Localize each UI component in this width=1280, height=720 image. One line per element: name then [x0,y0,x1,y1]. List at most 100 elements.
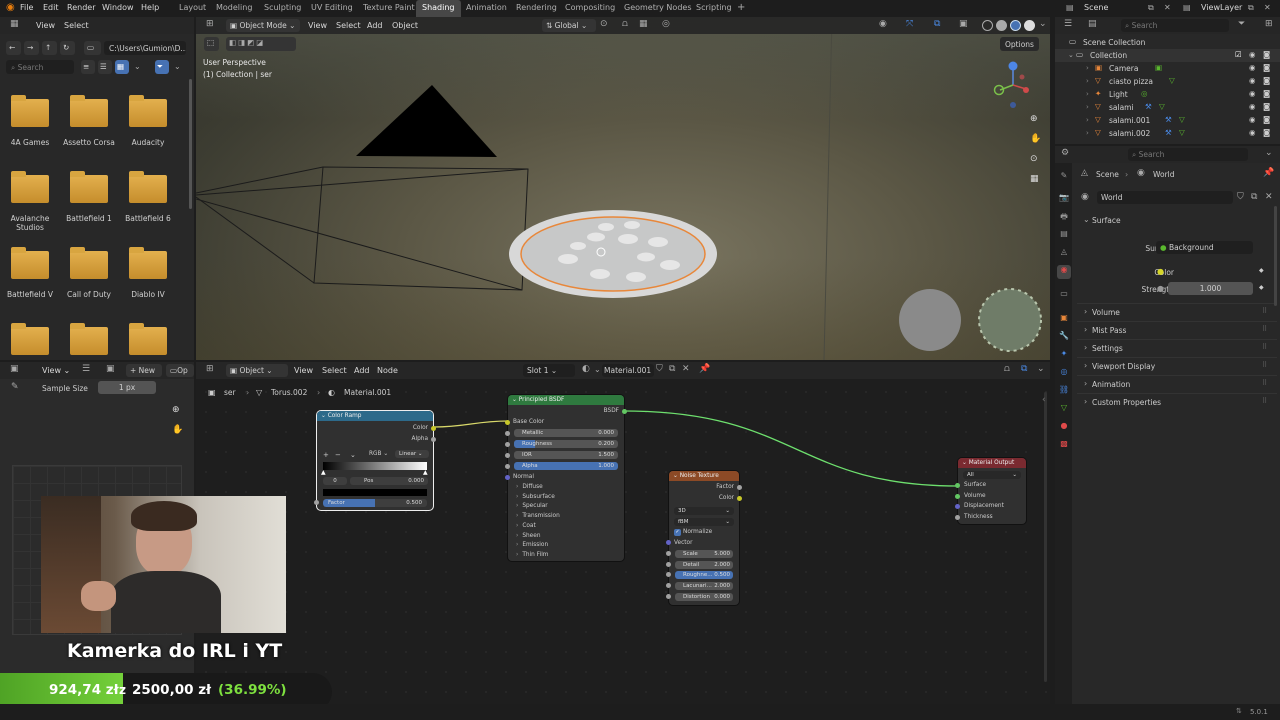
eye-visibility-icon[interactable]: ◉ [1249,89,1256,98]
eye-visibility-icon[interactable]: ◉ [1249,76,1256,85]
noise-detail-field[interactable]: Detail 2.000 [675,560,733,569]
folder-icon[interactable] [11,171,49,203]
ie-image-icon[interactable]: ▣ [106,365,115,374]
add-stop-icon[interactable]: + [323,451,329,459]
eye-visibility-icon[interactable]: ◉ [1249,63,1256,72]
output-thickness-socket[interactable] [955,515,960,521]
shader-node-editor[interactable]: ⊞ ▣ Object ⌄ View Select Add Node Slot 1… [196,362,1050,704]
outliner-row[interactable]: › ✦ Light ◎ ◉ ◙ [1055,88,1280,101]
alpha-field[interactable]: Alpha 1.000 [514,462,618,470]
outliner-search-input[interactable]: ⌕ Search [1121,19,1229,32]
output-header[interactable]: ⌄ Material Output [958,458,1026,468]
workspace-tab-uv-editing[interactable]: UV Editing [305,0,359,17]
ramp-stop-white-icon[interactable]: ▲ [423,469,428,476]
gizmo-icon[interactable]: ⤧ [906,20,913,29]
noise-lacunari-field[interactable]: Lacunari... 2.000 [675,582,733,591]
drag-handle-icon[interactable]: ⠿ [1262,325,1267,333]
vp-select-menu[interactable]: Select [336,21,361,30]
menu-file[interactable]: File [20,3,33,12]
ior-socket[interactable] [505,453,510,458]
eye-visibility-icon[interactable]: ◉ [1249,102,1256,111]
workspace-tab-rendering[interactable]: Rendering [510,0,563,17]
material-preview-shading-icon[interactable] [1010,20,1021,31]
node-noise-texture[interactable]: ⌄ Noise Texture Factor Color 3D ⌄ fBM ⌄ ✓ … [666,471,742,605]
filter-chevron-down-icon[interactable]: ⌄ [174,62,181,71]
colorramp-pos-field[interactable]: Pos 0.000 [350,477,428,485]
folder-icon[interactable] [11,323,49,355]
folder-icon[interactable] [70,95,108,127]
display-mode-icon[interactable]: ▤ [1088,20,1097,29]
folder-icon[interactable] [11,95,49,127]
proportional-edit-icon[interactable]: ◎ [662,20,670,29]
bsdf-section-subsurface[interactable]: › Subsurface [516,494,555,500]
colorramp-alpha-socket[interactable] [431,437,436,442]
outliner-row[interactable]: › ▽ salami.002 ⚒ ▽ ◉ ◙ [1055,127,1280,140]
scene-selector[interactable]: Scene [1084,3,1108,12]
camera-view-icon[interactable]: ⊙ [1030,155,1038,164]
strength-field[interactable]: 1.000 [1168,282,1253,295]
filter-icon[interactable]: ⏷ [1238,20,1245,29]
workspace-tab-animation[interactable]: Animation [460,0,513,17]
property-panel-custom-properties[interactable]: › Custom Properties ⠿ [1077,393,1277,409]
navigation-gizmo[interactable] [992,59,1032,111]
view-layer-tab-icon[interactable]: ▤ [1057,229,1071,243]
fb-select-menu[interactable]: Select [64,21,89,30]
filter-icon[interactable]: ⏷ [155,60,169,74]
back-arrow-icon[interactable]: ← [6,41,21,55]
workspace-tab-texture-paint[interactable]: Texture Paint [357,0,421,17]
pivot-icon[interactable]: ⊙ [600,20,608,29]
expand-chevron-icon[interactable]: › [1086,103,1089,111]
sample-size-field[interactable]: 1 px [98,381,156,394]
workspace-tab-geometry-nodes[interactable]: Geometry Nodes [618,0,697,17]
unlink-world-icon[interactable]: ✕ [1265,193,1273,202]
texture-tab-icon[interactable]: ▩ [1057,439,1071,453]
ie-menu-icon[interactable]: ☰ [82,365,90,374]
folder-icon[interactable] [129,95,167,127]
snap-target-icon[interactable]: ▦ [639,20,648,29]
pin-icon[interactable]: 📌 [1263,169,1274,178]
workspace-tab-modeling[interactable]: Modeling [210,0,258,17]
new-collection-icon[interactable]: ⊞ [1265,20,1273,29]
color-socket-icon[interactable]: ● [1157,267,1164,276]
workspace-tab-sculpting[interactable]: Sculpting [258,0,307,17]
menu-window[interactable]: Window [102,3,134,12]
folder-icon[interactable] [70,171,108,203]
rendered-shading-icon[interactable] [1024,20,1035,31]
folder-icon[interactable] [129,247,167,279]
folder-icon[interactable] [70,247,108,279]
world-name-field[interactable]: World [1097,191,1233,204]
alpha-socket[interactable] [505,464,510,469]
menu-edit[interactable]: Edit [43,3,59,12]
solid-shading-icon[interactable] [996,20,1007,31]
normalize-checkbox[interactable]: ✓ [674,529,681,536]
expand-chevron-icon[interactable]: › [1086,129,1089,137]
outliner-row[interactable]: › ▣ Camera ▣ ◉ ◙ [1055,62,1280,75]
data-tab-icon[interactable]: ▽ [1057,403,1071,417]
eye-visibility-icon[interactable]: ◉ [1249,128,1256,137]
bsdf-section-sheen[interactable]: › Sheen [516,533,541,539]
pan-hand-icon[interactable]: ✋ [1030,135,1041,144]
collection-tab-icon[interactable]: ▭ [1057,289,1071,303]
collapse-chevron-icon[interactable]: ⌄ [673,473,680,479]
options-button[interactable]: Options [1000,37,1039,51]
editor-type-icon[interactable]: ⊞ [206,20,214,29]
noise-color-socket[interactable] [737,496,742,501]
constraints-tab-icon[interactable]: ⛓ [1057,385,1071,399]
zoom-icon[interactable]: ⊕ [1030,115,1038,124]
close-view-layer-icon[interactable]: ✕ [1264,3,1271,12]
collapse-chevron-icon[interactable]: ⌄ [321,413,328,419]
material-tab-icon[interactable]: ● [1057,421,1071,435]
expand-chevron-icon[interactable]: › [1086,77,1089,85]
render-visibility-icon[interactable]: ◙ [1263,63,1270,72]
expand-chevron-icon[interactable]: › [1086,64,1089,72]
bsdf-section-transmission[interactable]: › Transmission [516,513,560,519]
ortho-grid-icon[interactable]: ▦ [1030,175,1039,184]
overlays-icon[interactable]: ⧉ [934,20,940,29]
colorramp-factor-socket[interactable] [314,500,319,505]
colorramp-color-socket[interactable] [431,426,436,431]
base-color-socket[interactable] [505,420,510,425]
output-tab-icon[interactable]: 🖶 [1057,211,1071,225]
orientation-dropdown[interactable]: ⇅ Global ⌄ [542,19,596,32]
bsdf-section-diffuse[interactable]: › Diffuse [516,484,543,490]
property-panel-animation[interactable]: › Animation ⠿ [1077,375,1277,391]
